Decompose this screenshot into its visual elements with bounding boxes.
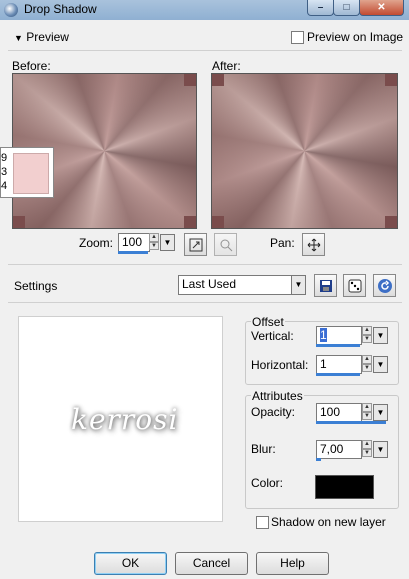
minimize-button[interactable]: – bbox=[307, 0, 334, 16]
save-preset-button[interactable] bbox=[314, 274, 337, 297]
watermark: kerrosi bbox=[71, 403, 179, 436]
horizontal-stepper[interactable]: ▲ ▼ bbox=[362, 355, 372, 372]
chevron-down-icon: ▼ bbox=[376, 408, 385, 417]
minimize-icon: – bbox=[317, 2, 324, 13]
vertical-label: Vertical: bbox=[251, 329, 294, 343]
pan-button[interactable] bbox=[302, 233, 325, 256]
result-preview: kerrosi bbox=[18, 316, 223, 522]
before-label: Before: bbox=[12, 59, 51, 73]
corner-marker bbox=[184, 74, 196, 86]
divider bbox=[8, 264, 402, 265]
cancel-button[interactable]: Cancel bbox=[175, 552, 248, 575]
blur-value: 7,00 bbox=[320, 442, 344, 456]
drop-shadow-dialog: Drop Shadow – □ ✕ ▼ Preview Preview on I… bbox=[0, 0, 409, 579]
opacity-stepper[interactable]: ▲ ▼ bbox=[362, 403, 372, 420]
divider bbox=[8, 302, 402, 303]
zoom-value: 100 bbox=[122, 235, 143, 249]
maximize-icon: □ bbox=[343, 2, 350, 13]
zoom-magnifier-button[interactable] bbox=[214, 233, 237, 256]
close-button[interactable]: ✕ bbox=[359, 0, 404, 16]
vertical-bar bbox=[316, 344, 360, 347]
divider bbox=[8, 50, 402, 51]
color-tooltip: 9 3 4 bbox=[0, 147, 54, 198]
randomize-button[interactable] bbox=[343, 274, 366, 297]
corner-marker bbox=[184, 216, 196, 228]
horizontal-value: 1 bbox=[320, 357, 327, 371]
app-icon bbox=[4, 3, 18, 17]
dice-icon bbox=[348, 279, 361, 292]
corner-marker bbox=[13, 216, 25, 228]
blur-label: Blur: bbox=[251, 442, 276, 456]
horizontal-bar bbox=[316, 373, 360, 376]
chevron-down-icon: ▼ bbox=[376, 331, 385, 340]
shadow-on-new-layer-label: Shadow on new layer bbox=[271, 515, 386, 529]
blur-stepper[interactable]: ▲ ▼ bbox=[362, 440, 372, 457]
chevron-down-icon: ▼ bbox=[376, 445, 385, 454]
reset-icon bbox=[377, 278, 392, 293]
corner-marker bbox=[385, 216, 397, 228]
horizontal-label: Horizontal: bbox=[251, 358, 309, 372]
vertical-input[interactable]: 1 bbox=[316, 326, 362, 345]
color-label: Color: bbox=[251, 476, 284, 490]
fit-window-icon bbox=[189, 238, 202, 251]
reset-button[interactable] bbox=[373, 274, 396, 297]
settings-label: Settings bbox=[14, 279, 58, 293]
chevron-down-icon: ▼ bbox=[163, 238, 172, 247]
shadow-on-new-layer-checkbox[interactable] bbox=[256, 516, 269, 529]
preset-value: Last Used bbox=[182, 277, 237, 291]
preview-toggle[interactable]: ▼ Preview bbox=[14, 30, 69, 44]
window-title: Drop Shadow bbox=[24, 2, 97, 16]
pan-label: Pan: bbox=[270, 236, 295, 250]
corner-marker bbox=[212, 216, 224, 228]
opacity-dropdown[interactable]: ▼ bbox=[373, 404, 388, 421]
chevron-down-icon: ▼ bbox=[376, 360, 385, 369]
title-bar: Drop Shadow – □ ✕ bbox=[0, 0, 409, 20]
zoom-input[interactable]: 100 bbox=[118, 233, 150, 252]
horizontal-dropdown[interactable]: ▼ bbox=[373, 356, 388, 373]
vertical-dropdown[interactable]: ▼ bbox=[373, 327, 388, 344]
move-icon bbox=[307, 238, 320, 251]
tooltip-value: 4 bbox=[1, 180, 8, 192]
chevron-down-icon: ▼ bbox=[294, 280, 303, 289]
vertical-value: 1 bbox=[320, 328, 327, 342]
zoom-label: Zoom: bbox=[79, 236, 114, 250]
magnifier-icon bbox=[220, 239, 232, 251]
blur-bar bbox=[316, 458, 321, 461]
preview-on-image-checkbox[interactable] bbox=[291, 31, 304, 44]
tooltip-value: 3 bbox=[1, 166, 8, 178]
after-preview[interactable] bbox=[211, 73, 398, 229]
shadow-color-swatch[interactable] bbox=[315, 475, 374, 499]
preview-on-image-label: Preview on Image bbox=[307, 30, 404, 44]
blur-input[interactable]: 7,00 bbox=[316, 440, 362, 459]
opacity-input[interactable]: 100 bbox=[316, 403, 362, 422]
preset-dropdown[interactable]: ▼ bbox=[291, 275, 306, 295]
opacity-value: 100 bbox=[320, 405, 341, 419]
blur-dropdown[interactable]: ▼ bbox=[373, 441, 388, 458]
zoom-fit-button[interactable] bbox=[184, 233, 207, 256]
zoom-bar bbox=[118, 251, 148, 254]
color-swatch bbox=[13, 153, 49, 194]
help-button[interactable]: Help bbox=[256, 552, 329, 575]
opacity-bar bbox=[316, 421, 386, 424]
preset-select[interactable]: Last Used bbox=[178, 275, 293, 295]
offset-group-label: Offset bbox=[251, 315, 285, 329]
horizontal-input[interactable]: 1 bbox=[316, 355, 362, 374]
attributes-group-label: Attributes bbox=[251, 389, 304, 403]
vertical-stepper[interactable]: ▲ ▼ bbox=[362, 326, 372, 343]
zoom-dropdown[interactable]: ▼ bbox=[160, 234, 175, 251]
tooltip-value: 9 bbox=[1, 152, 8, 164]
corner-marker bbox=[212, 74, 224, 86]
ok-button[interactable]: OK bbox=[94, 552, 167, 575]
close-icon: ✕ bbox=[377, 2, 386, 13]
chevron-down-icon: ▼ bbox=[14, 33, 23, 43]
after-label: After: bbox=[212, 59, 241, 73]
corner-marker bbox=[385, 74, 397, 86]
opacity-label: Opacity: bbox=[251, 405, 296, 419]
maximize-button[interactable]: □ bbox=[333, 0, 360, 16]
floppy-disk-icon bbox=[319, 279, 332, 292]
preview-toggle-label: Preview bbox=[26, 30, 69, 44]
zoom-stepper[interactable]: ▲ ▼ bbox=[149, 233, 159, 250]
